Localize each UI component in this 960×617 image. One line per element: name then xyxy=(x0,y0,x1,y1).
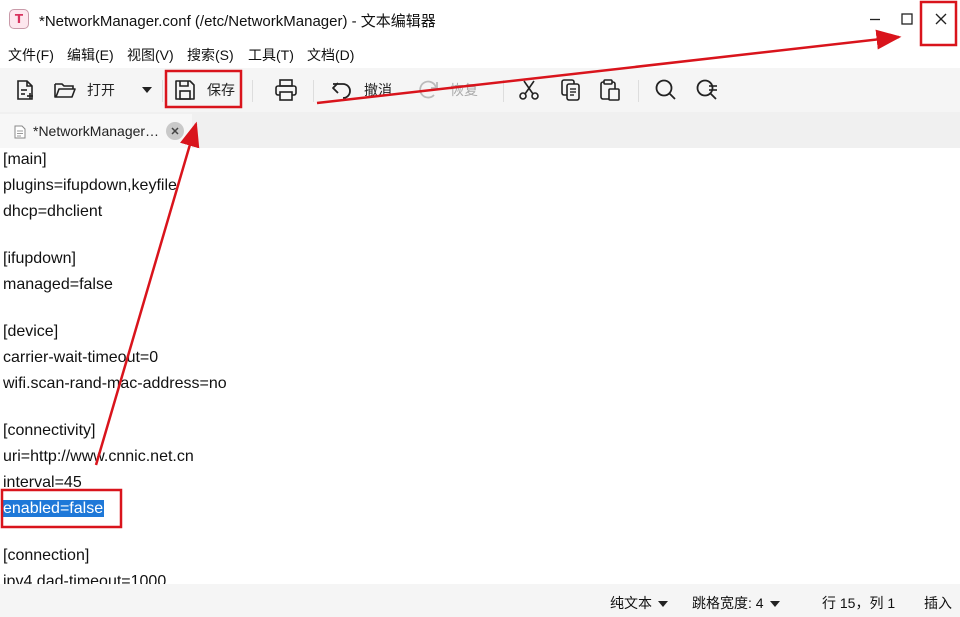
folder-open-icon xyxy=(54,83,76,98)
undo-icon xyxy=(332,82,351,99)
cursor-position: 行 15，列 1 xyxy=(822,595,896,611)
editor-line: [device] xyxy=(3,323,59,340)
toolbar: 打开 保存 撤消 恢复 xyxy=(0,68,960,112)
text-editor-area[interactable]: [main] plugins=ifupdown,keyfile dhcp=dhc… xyxy=(0,148,960,584)
minimize-icon xyxy=(870,18,880,21)
open-label: 打开 xyxy=(87,82,115,98)
chevron-down-icon xyxy=(142,87,152,93)
menu-tools[interactable]: 工具(T) xyxy=(248,45,294,65)
tab-width-dropdown[interactable]: 跳格宽度: 4 xyxy=(692,593,780,613)
save-icon xyxy=(175,80,195,100)
window-title: *NetworkManager.conf (/etc/NetworkManage… xyxy=(39,13,436,30)
scissors-icon xyxy=(519,80,539,100)
menu-view[interactable]: 视图(V) xyxy=(127,45,174,65)
editor-line: plugins=ifupdown,keyfile xyxy=(3,177,177,194)
printer-icon xyxy=(275,79,297,101)
menu-file[interactable]: 文件(F) xyxy=(8,45,54,65)
close-icon xyxy=(935,13,947,25)
redo-button[interactable]: 恢复 xyxy=(416,76,478,104)
chevron-down-icon xyxy=(658,601,668,608)
search-icon xyxy=(655,79,676,100)
save-button[interactable]: 保存 xyxy=(173,76,235,104)
toolbar-divider xyxy=(313,80,314,102)
toolbar-divider xyxy=(638,80,639,102)
undo-label: 撤消 xyxy=(364,82,392,98)
chevron-down-icon xyxy=(769,601,780,608)
editor-line: uri=http://www.cnnic.net.cn xyxy=(3,448,194,465)
open-button[interactable]: 打开 xyxy=(53,76,115,104)
print-button[interactable] xyxy=(273,76,299,104)
close-button[interactable] xyxy=(926,4,956,34)
menu-search[interactable]: 搜索(S) xyxy=(187,45,234,65)
find-replace-icon xyxy=(696,79,717,100)
app-icon: T xyxy=(9,9,29,29)
undo-button[interactable]: 撤消 xyxy=(330,76,392,104)
paste-button[interactable] xyxy=(598,76,622,104)
editor-line: wifi.scan-rand-mac-address=no xyxy=(3,375,227,392)
editor-line: [main] xyxy=(3,151,47,168)
find-button[interactable] xyxy=(654,76,678,104)
redo-label: 恢复 xyxy=(450,82,478,98)
copy-button[interactable] xyxy=(559,76,583,104)
status-bar: 纯文本 跳格宽度: 4 行 15，列 1 插入 xyxy=(0,584,960,617)
syntax-mode-label: 纯文本 xyxy=(610,595,652,611)
editor-line: dhcp=dhclient xyxy=(3,203,103,220)
editor-line: [connectivity] xyxy=(3,422,96,439)
menu-edit[interactable]: 编辑(E) xyxy=(67,45,114,65)
tab-width-label: 跳格宽度: 4 xyxy=(692,595,764,611)
clipboard-icon xyxy=(600,79,620,101)
cut-button[interactable] xyxy=(517,76,541,104)
open-recent-dropdown[interactable] xyxy=(141,76,153,104)
tab-networkmanager-conf[interactable]: *NetworkManager… xyxy=(0,114,192,148)
tab-label: *NetworkManager… xyxy=(33,123,160,139)
toolbar-divider xyxy=(503,80,504,102)
maximize-icon xyxy=(901,13,913,25)
editor-line: managed=false xyxy=(3,276,113,293)
toolbar-divider xyxy=(162,80,163,102)
document-icon xyxy=(14,125,26,139)
toolbar-divider xyxy=(252,80,253,102)
new-document-button[interactable] xyxy=(13,76,37,104)
editor-line: [ifupdown] xyxy=(3,250,76,267)
menu-bar: 文件(F) 编辑(E) 视图(V) 搜索(S) 工具(T) 文档(D) xyxy=(0,38,960,68)
tab-close-button[interactable] xyxy=(166,122,184,140)
tab-bar: *NetworkManager… xyxy=(0,112,960,148)
insert-mode-indicator: 插入 xyxy=(924,595,952,611)
syntax-mode-dropdown[interactable]: 纯文本 xyxy=(610,593,668,613)
save-label: 保存 xyxy=(207,82,235,98)
minimize-button[interactable] xyxy=(860,4,890,34)
editor-line: carrier-wait-timeout=0 xyxy=(3,349,159,366)
editor-line-selected: enabled=false xyxy=(2,500,105,518)
selected-text: enabled=false xyxy=(2,500,105,517)
menu-document[interactable]: 文档(D) xyxy=(307,45,354,65)
maximize-button[interactable] xyxy=(892,4,922,34)
editor-line: interval=45 xyxy=(3,474,82,491)
editor-line: [connection] xyxy=(3,547,90,564)
title-bar: T *NetworkManager.conf (/etc/NetworkMana… xyxy=(0,0,960,38)
find-replace-button[interactable] xyxy=(695,76,721,104)
close-icon xyxy=(171,127,179,135)
redo-icon xyxy=(419,80,438,99)
editor-line: ipv4.dad-timeout=1000 xyxy=(3,573,167,584)
new-document-icon xyxy=(17,80,33,100)
copy-icon xyxy=(561,79,580,101)
